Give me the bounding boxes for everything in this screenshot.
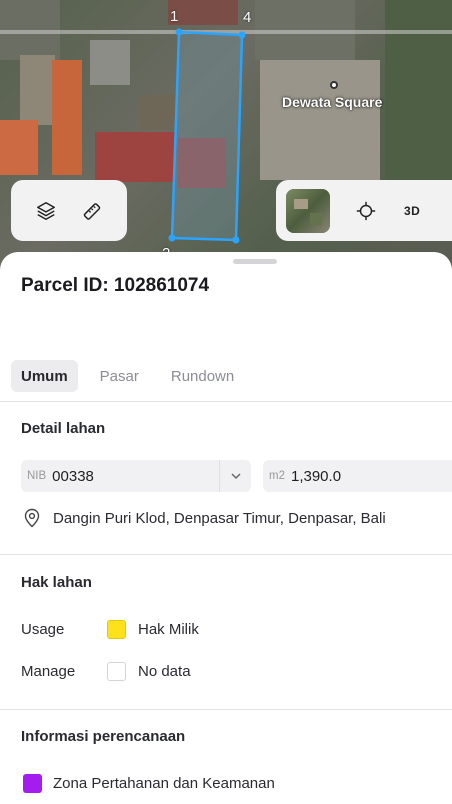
manage-swatch: [107, 662, 126, 681]
area-field[interactable]: m2 1,390.0: [263, 460, 452, 492]
tab-rundown[interactable]: Rundown: [161, 360, 244, 392]
ruler-icon: [83, 202, 101, 220]
address-row: Dangin Puri Klod, Denpasar Timur, Denpas…: [23, 508, 386, 528]
parcel-title: Parcel ID: 102861074: [21, 275, 210, 296]
area-value: 1,390.0: [290, 467, 342, 485]
divider: [0, 709, 452, 710]
divider: [0, 401, 452, 402]
tab-umum[interactable]: Umum: [11, 360, 78, 392]
poi-label: Dewata Square: [282, 94, 383, 110]
usage-value: Hak Milik: [138, 621, 199, 638]
zone-text: Zona Pertahanan dan Keamanan: [53, 775, 275, 792]
vertex-label-4: 4: [243, 9, 252, 26]
parcel-sheet: Parcel ID: 102861074 Umum Pasar Rundown …: [0, 252, 452, 804]
nib-dropdown-button[interactable]: [219, 460, 251, 492]
usage-row: Usage Hak Milik: [21, 620, 199, 639]
layers-button[interactable]: [28, 193, 64, 229]
section-title-planning: Informasi perencanaan: [21, 728, 186, 745]
address-text: Dangin Puri Klod, Denpasar Timur, Denpas…: [53, 509, 386, 527]
zone-swatch: [23, 774, 42, 793]
nib-prefix: NIB: [27, 470, 47, 482]
location-pin-icon: [24, 508, 40, 528]
manage-value: No data: [138, 663, 191, 680]
zone-row[interactable]: Zona Pertahanan dan Keamanan: [23, 774, 275, 793]
nib-field[interactable]: NIB 00338: [21, 460, 251, 492]
tab-bar: Umum Pasar Rundown: [11, 360, 256, 392]
map-view-panel: 3D: [276, 180, 452, 241]
chevron-down-icon: [230, 473, 241, 480]
manage-key: Manage: [21, 663, 76, 680]
crosshair-icon: [356, 201, 376, 220]
layers-icon: [37, 201, 55, 220]
area-prefix: m2: [269, 470, 285, 482]
3d-button[interactable]: 3D: [404, 204, 420, 218]
vertex-label-1: 1: [170, 8, 179, 25]
manage-row: Manage No data: [21, 662, 191, 681]
section-title-hak: Hak lahan: [21, 574, 92, 591]
section-title-detail: Detail lahan: [21, 420, 106, 437]
measure-button[interactable]: [74, 193, 110, 229]
usage-swatch: [107, 620, 126, 639]
nib-value: 00338: [52, 467, 94, 485]
map-view[interactable]: 1 4 2 Dewata Square: [0, 0, 452, 275]
basemap-toggle[interactable]: [286, 188, 330, 233]
tab-pasar[interactable]: Pasar: [90, 360, 149, 392]
divider: [0, 554, 452, 555]
locate-button[interactable]: [348, 193, 384, 229]
usage-key: Usage: [21, 621, 65, 638]
sheet-grabber[interactable]: [233, 259, 277, 264]
map-tools-panel: [11, 180, 127, 241]
poi-marker[interactable]: [330, 81, 338, 89]
